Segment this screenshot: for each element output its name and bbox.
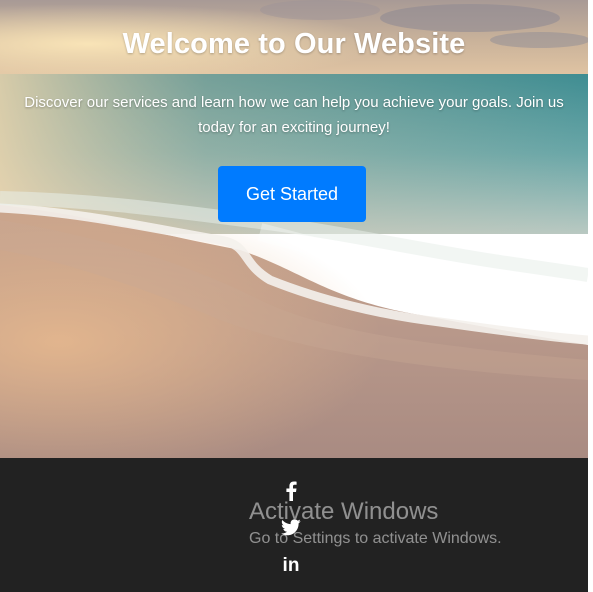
hero-title: Welcome to Our Website [122, 28, 466, 60]
twitter-glyph [281, 518, 301, 535]
hero-description: Discover our services and learn how we c… [24, 94, 564, 136]
linkedin-glyph: in [282, 554, 300, 576]
facebook-icon[interactable] [280, 480, 302, 502]
right-edge-strip [588, 0, 593, 592]
get-started-button[interactable]: Get Started [218, 166, 366, 222]
hero-section: Welcome to Our Website Discover our serv… [0, 0, 588, 458]
page: Welcome to Our Website Discover our serv… [0, 0, 593, 592]
hero-background-image [0, 0, 588, 458]
twitter-icon[interactable] [280, 516, 302, 538]
linkedin-icon[interactable]: in [280, 554, 302, 576]
facebook-glyph [286, 481, 297, 501]
footer: in [0, 458, 588, 592]
